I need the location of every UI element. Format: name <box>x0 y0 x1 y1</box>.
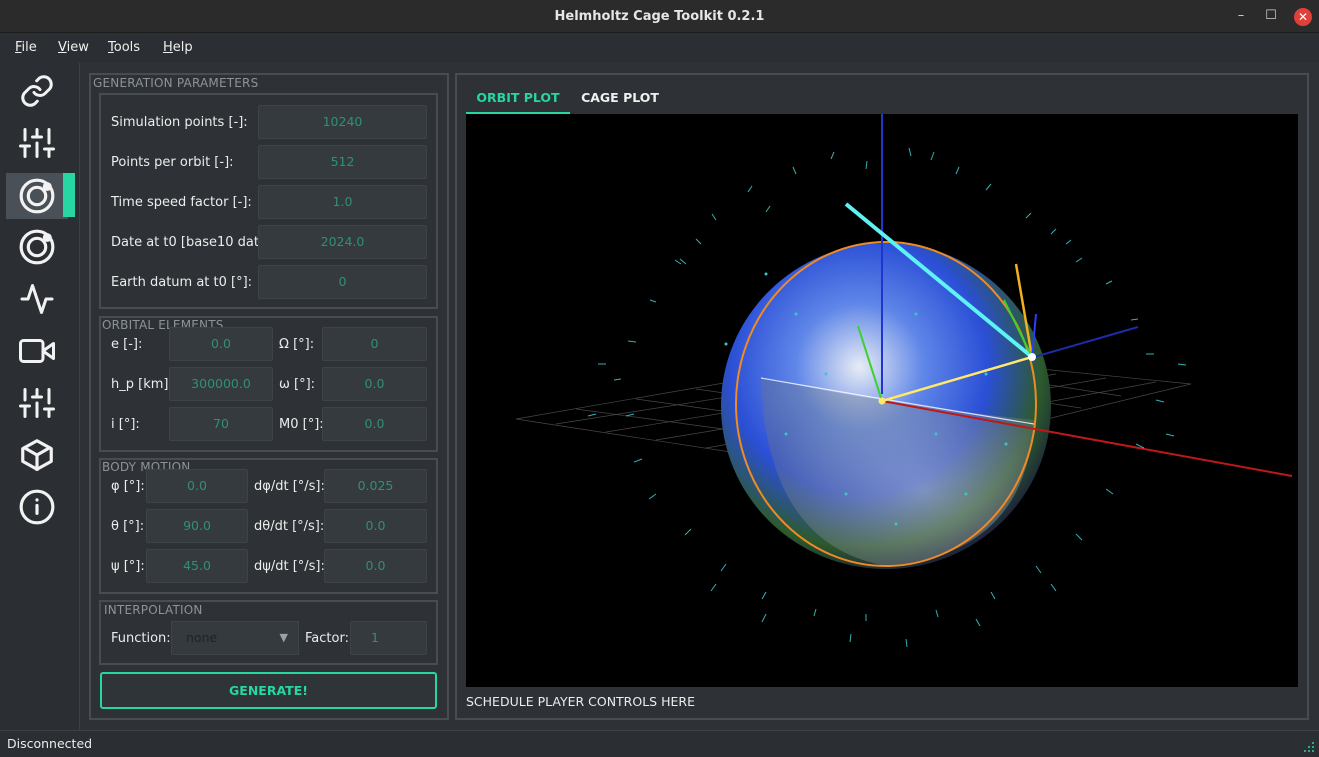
orbit-plot-canvas[interactable] <box>466 114 1298 687</box>
sidebar-item-orbit[interactable] <box>6 173 68 219</box>
sliders-icon <box>19 388 55 418</box>
orbit-icon <box>19 178 55 214</box>
sim-points-field[interactable]: 10240 <box>258 105 427 139</box>
raan-field[interactable]: 0 <box>322 327 427 361</box>
e-label: e [-]: <box>111 337 143 352</box>
connection-status: Disconnected <box>7 736 93 751</box>
earth-center-point <box>878 397 886 405</box>
generation-title: GENERATION PARAMETERS <box>93 76 259 90</box>
dpsi-label: dψ/dt [°/s]: <box>254 559 325 574</box>
argp-label: ω [°]: <box>279 377 316 392</box>
function-select[interactable]: none ▼ <box>171 621 299 655</box>
activity-icon <box>20 284 54 314</box>
cube-icon <box>21 439 53 471</box>
i-field[interactable]: 70 <box>169 407 273 441</box>
datum-label: Earth datum at t0 [°]: <box>111 275 253 290</box>
sidebar <box>0 63 80 730</box>
menu-label: elp <box>172 40 193 55</box>
orbit-3d-view <box>515 114 1293 648</box>
dphi-label: dφ/dt [°/s]: <box>254 479 325 494</box>
factor-label: Factor: <box>305 631 349 646</box>
ppo-label: Points per orbit [-]: <box>111 155 234 170</box>
hp-field[interactable]: 300000.0 <box>169 367 273 401</box>
menu-help[interactable]: Help <box>163 40 193 55</box>
argp-field[interactable]: 0.0 <box>322 367 427 401</box>
dtheta-field[interactable]: 0.0 <box>324 509 427 543</box>
phi-field[interactable]: 0.0 <box>146 469 248 503</box>
hp-label: h_p [km]: <box>111 377 173 392</box>
sidebar-item-activity[interactable] <box>6 276 68 322</box>
status-bar: Disconnected <box>0 730 1319 757</box>
phi-label: φ [°]: <box>111 479 145 494</box>
date-t0-label: Date at t0 [base10 date]: <box>111 235 277 250</box>
interp-title: INTERPOLATION <box>104 603 203 617</box>
sidebar-item-settings[interactable] <box>6 380 68 426</box>
title-bar: Helmholtz Cage Toolkit 0.2.1 – ☐ ✕ <box>0 0 1319 33</box>
maximize-button[interactable]: ☐ <box>1262 8 1280 26</box>
factor-field[interactable]: 1 <box>350 621 427 655</box>
time-speed-label: Time speed factor [-]: <box>111 195 252 210</box>
sliders-icon <box>19 128 55 158</box>
generate-button[interactable]: GENERATE! <box>100 672 437 709</box>
sidebar-item-controls[interactable] <box>6 120 68 166</box>
menu-accel: V <box>58 40 67 55</box>
menu-label: ools <box>113 40 141 55</box>
close-button[interactable]: ✕ <box>1294 8 1312 26</box>
sim-points-label: Simulation points [-]: <box>111 115 248 130</box>
chevron-down-icon: ▼ <box>279 631 288 644</box>
ppo-field[interactable]: 512 <box>258 145 427 179</box>
sidebar-item-3d[interactable] <box>6 432 68 478</box>
menu-label: ile <box>21 40 37 55</box>
sidebar-item-about[interactable] <box>6 484 68 530</box>
raan-label: Ω [°]: <box>279 337 315 352</box>
psi-field[interactable]: 45.0 <box>146 549 248 583</box>
sidebar-item-orbit-2[interactable] <box>6 224 68 270</box>
function-select-value: none <box>186 630 218 645</box>
m0-field[interactable]: 0.0 <box>322 407 427 441</box>
dtheta-label: dθ/dt [°/s]: <box>254 519 325 534</box>
menu-file[interactable]: File <box>15 40 37 55</box>
sidebar-item-connection[interactable] <box>6 68 68 114</box>
e-field[interactable]: 0.0 <box>169 327 273 361</box>
link-icon <box>21 75 53 107</box>
sidebar-active-indicator <box>63 173 75 217</box>
tab-cage-plot[interactable]: CAGE PLOT <box>572 87 668 114</box>
menu-tools[interactable]: Tools <box>108 40 140 55</box>
psi-label: ψ [°]: <box>111 559 145 574</box>
resize-grip-icon[interactable] <box>1301 739 1315 753</box>
datum-field[interactable]: 0 <box>258 265 427 299</box>
sidebar-item-video[interactable] <box>6 328 68 374</box>
tab-orbit-plot[interactable]: ORBIT PLOT <box>466 87 570 114</box>
theta-label: θ [°]: <box>111 519 145 534</box>
window-title: Helmholtz Cage Toolkit 0.2.1 <box>554 9 765 24</box>
date-t0-field[interactable]: 2024.0 <box>258 225 427 259</box>
info-icon <box>19 489 55 525</box>
menu-accel: H <box>163 40 173 55</box>
satellite-point <box>1028 353 1036 361</box>
video-icon <box>19 339 55 363</box>
function-label: Function: <box>111 631 171 646</box>
theta-field[interactable]: 90.0 <box>146 509 248 543</box>
menu-view[interactable]: View <box>58 40 89 55</box>
dphi-field[interactable]: 0.025 <box>324 469 427 503</box>
m0-label: M0 [°]: <box>279 417 324 432</box>
i-label: i [°]: <box>111 417 140 432</box>
menu-label: iew <box>66 40 89 55</box>
orbit-icon <box>19 229 55 265</box>
dpsi-field[interactable]: 0.0 <box>324 549 427 583</box>
schedule-player-placeholder: SCHEDULE PLAYER CONTROLS HERE <box>466 694 695 709</box>
time-speed-field[interactable]: 1.0 <box>258 185 427 219</box>
minimize-button[interactable]: – <box>1232 8 1250 26</box>
menu-bar: File View Tools Help <box>0 33 1319 63</box>
